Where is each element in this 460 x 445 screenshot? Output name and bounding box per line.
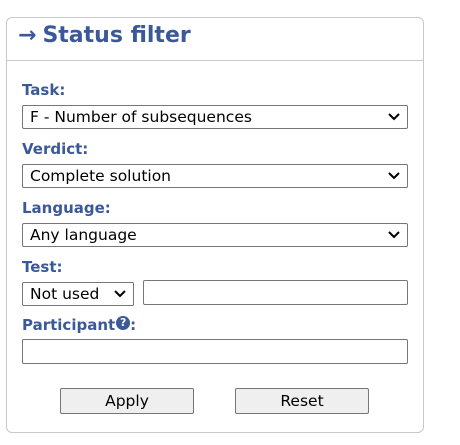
test-label: Test: <box>22 258 63 276</box>
participant-label-colon: : <box>130 316 137 334</box>
test-number-input[interactable] <box>143 280 408 305</box>
participant-label: Participant?: <box>22 316 136 334</box>
chevron-down-icon <box>388 172 400 180</box>
question-circle-icon[interactable]: ? <box>116 316 131 330</box>
test-mode-select-value: Not used <box>30 285 100 303</box>
chevron-down-icon <box>114 290 126 298</box>
verdict-select[interactable]: Complete solution <box>22 164 408 188</box>
task-select[interactable]: F - Number of subsequences <box>22 105 408 129</box>
panel-title: → Status filter <box>18 23 191 48</box>
language-label: Language: <box>22 199 111 217</box>
verdict-label: Verdict: <box>22 140 89 158</box>
apply-button[interactable]: Apply <box>60 388 194 414</box>
task-select-value: F - Number of subsequences <box>30 108 252 126</box>
status-filter-panel: → Status filter Task: F - Number of subse… <box>6 17 424 433</box>
language-select-value: Any language <box>30 226 137 244</box>
panel-title-text: Status filter <box>42 23 191 48</box>
task-label: Task: <box>22 81 66 99</box>
arrow-right-icon: → <box>18 23 37 48</box>
verdict-select-value: Complete solution <box>30 167 172 185</box>
reset-button[interactable]: Reset <box>235 388 369 414</box>
language-select[interactable]: Any language <box>22 223 408 247</box>
panel-header: → Status filter <box>7 18 423 61</box>
participant-label-text: Participant <box>22 316 116 334</box>
test-mode-select[interactable]: Not used <box>22 282 134 306</box>
participant-input[interactable] <box>22 339 408 364</box>
chevron-down-icon <box>388 113 400 121</box>
chevron-down-icon <box>388 231 400 239</box>
